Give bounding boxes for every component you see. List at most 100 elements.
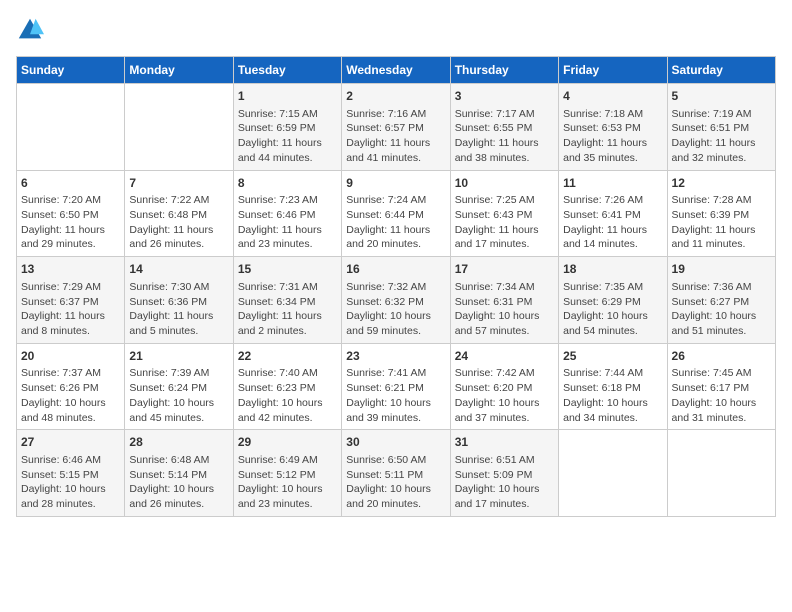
- day-number: 15: [238, 261, 337, 278]
- day-cell: 2 Sunrise: 7:16 AM Sunset: 6:57 PM Daylig…: [342, 84, 450, 171]
- day-cell: 22Sunrise: 7:40 AM Sunset: 6:23 PM Dayli…: [233, 343, 341, 430]
- day-cell: 13 Sunrise: 7:29 AM Sunset: 6:37 PM Dayli…: [17, 257, 125, 344]
- day-number: 17: [455, 261, 554, 278]
- day-cell: 24Sunrise: 7:42 AM Sunset: 6:20 PM Dayli…: [450, 343, 558, 430]
- day-number: 21: [129, 348, 228, 365]
- day-number: 9: [346, 175, 445, 192]
- day-info: Sunrise: 7:45 AM Sunset: 6:17 PM Dayligh…: [672, 366, 771, 425]
- col-header-saturday: Saturday: [667, 57, 775, 84]
- col-header-wednesday: Wednesday: [342, 57, 450, 84]
- day-info: Sunrise: 7:24 AM Sunset: 6:44 PM Dayligh…: [346, 193, 445, 252]
- day-number: 20: [21, 348, 120, 365]
- day-number: 4: [563, 88, 662, 105]
- day-number: 12: [672, 175, 771, 192]
- day-info: Sunrise: 7:23 AM Sunset: 6:46 PM Dayligh…: [238, 193, 337, 252]
- day-number: 27: [21, 434, 120, 451]
- day-number: 10: [455, 175, 554, 192]
- day-number: 22: [238, 348, 337, 365]
- day-cell: 17 Sunrise: 7:34 AM Sunset: 6:31 PM Dayli…: [450, 257, 558, 344]
- day-cell: 12Sunrise: 7:28 AM Sunset: 6:39 PM Dayli…: [667, 170, 775, 257]
- day-number: 18: [563, 261, 662, 278]
- day-info: Sunrise: 7:41 AM Sunset: 6:21 PM Dayligh…: [346, 366, 445, 425]
- day-cell: [667, 430, 775, 517]
- week-row-1: 1 Sunrise: 7:15 AM Sunset: 6:59 PM Daylig…: [17, 84, 776, 171]
- day-cell: 7Sunrise: 7:22 AM Sunset: 6:48 PM Daylig…: [125, 170, 233, 257]
- day-cell: [17, 84, 125, 171]
- day-info: Sunrise: 7:36 AM Sunset: 6:27 PM Dayligh…: [672, 280, 771, 339]
- day-cell: 8Sunrise: 7:23 AM Sunset: 6:46 PM Daylig…: [233, 170, 341, 257]
- day-info: Sunrise: 7:29 AM Sunset: 6:37 PM Dayligh…: [21, 280, 120, 339]
- day-cell: 3Sunrise: 7:17 AM Sunset: 6:55 PM Daylig…: [450, 84, 558, 171]
- day-cell: 4 Sunrise: 7:18 AM Sunset: 6:53 PM Daylig…: [559, 84, 667, 171]
- day-info: Sunrise: 7:26 AM Sunset: 6:41 PM Dayligh…: [563, 193, 662, 252]
- week-row-5: 27 Sunrise: 6:46 AM Sunset: 5:15 PM Dayli…: [17, 430, 776, 517]
- day-number: 23: [346, 348, 445, 365]
- day-number: 6: [21, 175, 120, 192]
- day-info: Sunrise: 7:31 AM Sunset: 6:34 PM Dayligh…: [238, 280, 337, 339]
- day-number: 31: [455, 434, 554, 451]
- day-info: Sunrise: 6:46 AM Sunset: 5:15 PM Dayligh…: [21, 453, 120, 512]
- day-cell: 23Sunrise: 7:41 AM Sunset: 6:21 PM Dayli…: [342, 343, 450, 430]
- day-cell: 9Sunrise: 7:24 AM Sunset: 6:44 PM Daylig…: [342, 170, 450, 257]
- day-number: 14: [129, 261, 228, 278]
- day-cell: 19 Sunrise: 7:36 AM Sunset: 6:27 PM Dayli…: [667, 257, 775, 344]
- col-header-friday: Friday: [559, 57, 667, 84]
- day-info: Sunrise: 6:51 AM Sunset: 5:09 PM Dayligh…: [455, 453, 554, 512]
- day-number: 3: [455, 88, 554, 105]
- day-info: Sunrise: 7:44 AM Sunset: 6:18 PM Dayligh…: [563, 366, 662, 425]
- day-info: Sunrise: 7:16 AM Sunset: 6:57 PM Dayligh…: [346, 107, 445, 166]
- day-cell: 14 Sunrise: 7:30 AM Sunset: 6:36 PM Dayli…: [125, 257, 233, 344]
- day-info: Sunrise: 7:37 AM Sunset: 6:26 PM Dayligh…: [21, 366, 120, 425]
- col-header-sunday: Sunday: [17, 57, 125, 84]
- day-cell: 21Sunrise: 7:39 AM Sunset: 6:24 PM Dayli…: [125, 343, 233, 430]
- day-cell: 27 Sunrise: 6:46 AM Sunset: 5:15 PM Dayli…: [17, 430, 125, 517]
- day-cell: 26Sunrise: 7:45 AM Sunset: 6:17 PM Dayli…: [667, 343, 775, 430]
- day-cell: [125, 84, 233, 171]
- day-cell: 1 Sunrise: 7:15 AM Sunset: 6:59 PM Daylig…: [233, 84, 341, 171]
- day-number: 1: [238, 88, 337, 105]
- day-info: Sunrise: 7:19 AM Sunset: 6:51 PM Dayligh…: [672, 107, 771, 166]
- day-cell: 6Sunrise: 7:20 AM Sunset: 6:50 PM Daylig…: [17, 170, 125, 257]
- day-cell: 30Sunrise: 6:50 AM Sunset: 5:11 PM Dayli…: [342, 430, 450, 517]
- week-row-3: 13 Sunrise: 7:29 AM Sunset: 6:37 PM Dayli…: [17, 257, 776, 344]
- logo: [16, 16, 48, 44]
- day-cell: [559, 430, 667, 517]
- day-info: Sunrise: 7:32 AM Sunset: 6:32 PM Dayligh…: [346, 280, 445, 339]
- day-cell: 16Sunrise: 7:32 AM Sunset: 6:32 PM Dayli…: [342, 257, 450, 344]
- day-info: Sunrise: 6:50 AM Sunset: 5:11 PM Dayligh…: [346, 453, 445, 512]
- day-number: 13: [21, 261, 120, 278]
- day-info: Sunrise: 7:22 AM Sunset: 6:48 PM Dayligh…: [129, 193, 228, 252]
- day-cell: 25Sunrise: 7:44 AM Sunset: 6:18 PM Dayli…: [559, 343, 667, 430]
- day-info: Sunrise: 7:18 AM Sunset: 6:53 PM Dayligh…: [563, 107, 662, 166]
- day-info: Sunrise: 7:34 AM Sunset: 6:31 PM Dayligh…: [455, 280, 554, 339]
- day-number: 29: [238, 434, 337, 451]
- day-number: 26: [672, 348, 771, 365]
- day-cell: 18 Sunrise: 7:35 AM Sunset: 6:29 PM Dayli…: [559, 257, 667, 344]
- day-number: 7: [129, 175, 228, 192]
- week-row-2: 6Sunrise: 7:20 AM Sunset: 6:50 PM Daylig…: [17, 170, 776, 257]
- day-info: Sunrise: 6:48 AM Sunset: 5:14 PM Dayligh…: [129, 453, 228, 512]
- day-number: 25: [563, 348, 662, 365]
- day-info: Sunrise: 7:20 AM Sunset: 6:50 PM Dayligh…: [21, 193, 120, 252]
- week-row-4: 20Sunrise: 7:37 AM Sunset: 6:26 PM Dayli…: [17, 343, 776, 430]
- day-number: 19: [672, 261, 771, 278]
- col-header-tuesday: Tuesday: [233, 57, 341, 84]
- day-cell: 10Sunrise: 7:25 AM Sunset: 6:43 PM Dayli…: [450, 170, 558, 257]
- day-info: Sunrise: 7:25 AM Sunset: 6:43 PM Dayligh…: [455, 193, 554, 252]
- day-info: Sunrise: 7:28 AM Sunset: 6:39 PM Dayligh…: [672, 193, 771, 252]
- day-number: 24: [455, 348, 554, 365]
- day-info: Sunrise: 7:35 AM Sunset: 6:29 PM Dayligh…: [563, 280, 662, 339]
- day-info: Sunrise: 7:30 AM Sunset: 6:36 PM Dayligh…: [129, 280, 228, 339]
- day-cell: 29Sunrise: 6:49 AM Sunset: 5:12 PM Dayli…: [233, 430, 341, 517]
- col-header-thursday: Thursday: [450, 57, 558, 84]
- day-number: 2: [346, 88, 445, 105]
- header-row: SundayMondayTuesdayWednesdayThursdayFrid…: [17, 57, 776, 84]
- day-info: Sunrise: 7:15 AM Sunset: 6:59 PM Dayligh…: [238, 107, 337, 166]
- day-info: Sunrise: 7:39 AM Sunset: 6:24 PM Dayligh…: [129, 366, 228, 425]
- day-info: Sunrise: 7:42 AM Sunset: 6:20 PM Dayligh…: [455, 366, 554, 425]
- day-number: 5: [672, 88, 771, 105]
- page-header: [16, 16, 776, 44]
- day-number: 28: [129, 434, 228, 451]
- day-cell: 31 Sunrise: 6:51 AM Sunset: 5:09 PM Dayli…: [450, 430, 558, 517]
- day-cell: 11Sunrise: 7:26 AM Sunset: 6:41 PM Dayli…: [559, 170, 667, 257]
